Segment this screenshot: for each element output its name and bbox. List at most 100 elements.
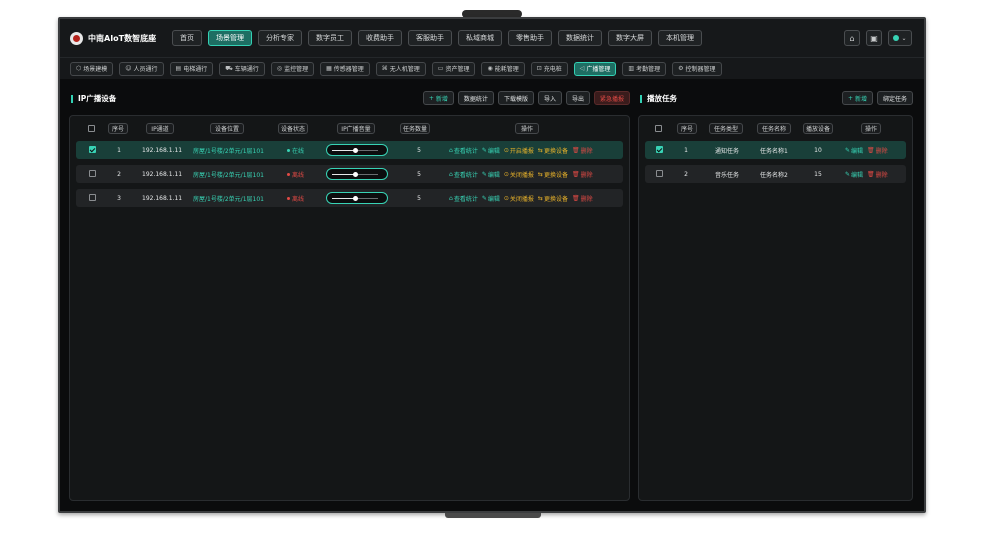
delete-link[interactable]: 🗑 删除 xyxy=(572,170,593,179)
delete-link[interactable]: 🗑 删除 xyxy=(867,146,888,155)
volume-knob[interactable] xyxy=(353,172,358,177)
nav-tab-9[interactable]: 数字大屏 xyxy=(608,30,652,46)
replace-device-link[interactable]: ⇆ 更换设备 xyxy=(538,170,568,179)
select-all-checkbox[interactable] xyxy=(655,125,662,132)
edit-link[interactable]: ✎ 编辑 xyxy=(482,194,500,203)
device-location: 房屋/1号楼/2单元/1层101 xyxy=(193,195,264,203)
stats-link-label: 查看统计 xyxy=(453,147,478,155)
logo-icon xyxy=(70,31,83,45)
volume-fill xyxy=(332,198,355,199)
edit-link[interactable]: ✎ 编辑 xyxy=(482,170,500,179)
row-actions: ✎ 编辑 🗑 删除 xyxy=(845,141,888,159)
volume-knob[interactable] xyxy=(353,148,358,153)
bind-task-button[interactable]: 绑定任务 xyxy=(876,91,913,105)
nav-tab-5[interactable]: 客服助手 xyxy=(408,30,452,46)
row-checkbox[interactable] xyxy=(656,170,663,177)
sub-tab-4[interactable]: ◎ 监控管理 xyxy=(270,61,315,76)
nav-tab-3[interactable]: 数字员工 xyxy=(308,30,352,46)
status-label: 离线 xyxy=(292,195,305,203)
sub-tab-11[interactable]: ▥ 考勤管理 xyxy=(622,61,667,76)
toggle-broadcast-icon: ⊙ xyxy=(503,146,509,154)
table-row[interactable]: 3 192.168.1.11 房屋/1号楼/2单元/1层101 离线 5 ⌂ 查看统计 ✎ 编辑… xyxy=(76,189,623,207)
sub-tab-0[interactable]: ⬡ 场景建模 xyxy=(70,61,114,76)
table-row[interactable]: 1 192.168.1.11 房屋/1号楼/2单元/1层101 在线 5 ⌂ 查看统计 ✎ 编辑… xyxy=(76,141,623,159)
sub-tab-9[interactable]: ⊡ 充电桩 xyxy=(530,61,568,76)
ip-broadcast-panel: IP广播设备 + 新增 数据统计 下载模版 导入 导出 紧急播报 序号 IP通道 设备… xyxy=(69,85,630,501)
delete-link[interactable]: 🗑 删除 xyxy=(572,194,593,203)
sub-tab-icon: ☺ xyxy=(125,65,132,72)
sub-tab-10[interactable]: ◁ 广播管理 xyxy=(573,61,617,76)
edit-icon: ✎ xyxy=(845,146,851,154)
download-template-button[interactable]: 下载模版 xyxy=(497,91,534,105)
edit-link[interactable]: ✎ 编辑 xyxy=(845,146,863,155)
replace-device-link[interactable]: ⇆ 更换设备 xyxy=(538,194,568,203)
edit-link[interactable]: ✎ 编辑 xyxy=(482,146,500,155)
add-task-button[interactable]: + 新增 xyxy=(841,91,873,105)
toggle-broadcast-icon: ⊙ xyxy=(503,194,509,202)
volume-slider[interactable] xyxy=(326,192,388,204)
table-header: 序号 IP通道 设备位置 设备状态 IP广播音量 任务数量 操作 xyxy=(70,122,629,136)
delete-link[interactable]: 🗑 删除 xyxy=(572,146,593,155)
nav-tab-0[interactable]: 首页 xyxy=(172,30,202,46)
emergency-broadcast-button[interactable]: 紧急播报 xyxy=(593,91,630,105)
sub-tab-3[interactable]: ⛟ 车辆通行 xyxy=(219,61,265,76)
home-icon[interactable]: ⌂ xyxy=(844,30,860,46)
volume-slider[interactable] xyxy=(326,144,388,156)
panel-title: IP广播设备 xyxy=(71,95,116,103)
edit-icon: ✎ xyxy=(481,146,487,154)
edit-link[interactable]: ✎ 编辑 xyxy=(845,170,863,179)
sub-tab-7[interactable]: ▭ 资产管理 xyxy=(431,61,476,76)
volume-slider[interactable] xyxy=(326,168,388,180)
import-button[interactable]: 导入 xyxy=(537,91,562,105)
nav-tab-10[interactable]: 本机管理 xyxy=(658,30,702,46)
table-row[interactable]: 2 音乐任务 任务名称2 15 ✎ 编辑 🗑 删除 xyxy=(645,165,906,183)
nav-tab-6[interactable]: 私域商城 xyxy=(458,30,502,46)
user-menu[interactable]: ⌄ xyxy=(888,30,912,46)
replace-device-link[interactable]: ⇆ 更换设备 xyxy=(538,146,568,155)
nav-tab-7[interactable]: 零售助手 xyxy=(508,30,552,46)
add-button[interactable]: + 新增 xyxy=(422,91,454,105)
nav-tab-4[interactable]: 收费助手 xyxy=(358,30,402,46)
stage: 中南AIoT数智底座 首页 场景管理 分析专家 数字员工 收费助手 客服助手 私域商城 零售助… xyxy=(0,0,985,554)
sub-tab-6[interactable]: ⌘ 无人机管理 xyxy=(375,61,426,76)
data-stats-button[interactable]: 数据统计 xyxy=(457,91,494,105)
export-button[interactable]: 导出 xyxy=(565,91,590,105)
status-badge: 离线 xyxy=(287,165,304,183)
row-checkbox[interactable] xyxy=(89,194,96,201)
sub-tab-icon: ⛟ xyxy=(225,64,233,72)
toggle-broadcast-link[interactable]: ⊙ 关闭播报 xyxy=(504,170,534,179)
toggle-broadcast-link[interactable]: ⊙ 关闭播报 xyxy=(504,194,534,203)
play-task-panel: 播放任务 + 新增 绑定任务 序号 任务类型 任务名称 播放设备 操作 1 通知任务 任务名称… xyxy=(638,85,913,501)
row-checkbox[interactable] xyxy=(89,170,96,177)
sub-tab-icon: ▦ xyxy=(326,65,332,72)
table-row[interactable]: 1 通知任务 任务名称1 10 ✎ 编辑 🗑 删除 xyxy=(645,141,906,159)
device-icon[interactable]: ▣ xyxy=(866,30,882,46)
task-table: 序号 任务类型 任务名称 播放设备 操作 1 通知任务 任务名称1 10 ✎ 编辑 🗑 删除 2 音乐任务… xyxy=(638,115,913,501)
volume-knob[interactable] xyxy=(353,196,358,201)
sub-tab-icon: ◎ xyxy=(276,65,283,72)
nav-tab-2[interactable]: 分析专家 xyxy=(258,30,302,46)
stats-link[interactable]: ⌂ 查看统计 xyxy=(449,146,478,155)
delete-link[interactable]: 🗑 删除 xyxy=(867,170,888,179)
delete-link-label: 删除 xyxy=(580,195,593,203)
sub-tab-5[interactable]: ▦ 传感器管理 xyxy=(320,61,370,76)
nav-tab-8[interactable]: 数据统计 xyxy=(558,30,602,46)
stats-link[interactable]: ⌂ 查看统计 xyxy=(449,170,478,179)
table-row[interactable]: 2 192.168.1.11 房屋/1号楼/2单元/1层101 离线 5 ⌂ 查看统计 ✎ 编辑… xyxy=(76,165,623,183)
sub-tab-1[interactable]: ☺ 人员通行 xyxy=(119,61,164,76)
row-number: 1 xyxy=(117,146,121,154)
row-actions: ✎ 编辑 🗑 删除 xyxy=(845,165,888,183)
row-checkbox[interactable] xyxy=(656,146,663,153)
nav-tab-1[interactable]: 场景管理 xyxy=(208,30,252,46)
toggle-broadcast-link[interactable]: ⊙ 开启播报 xyxy=(504,146,534,155)
sub-tab-8[interactable]: ◉ 能耗管理 xyxy=(481,61,525,76)
status-badge: 在线 xyxy=(287,141,304,159)
sub-tab-label: 传感器管理 xyxy=(333,66,364,73)
sub-tab-2[interactable]: ▤ 电梯通行 xyxy=(169,61,214,76)
select-all-checkbox[interactable] xyxy=(88,125,95,132)
sub-tab-label: 车辆通行 xyxy=(234,66,259,73)
sub-tab-12[interactable]: ⚙ 控制器管理 xyxy=(672,61,722,76)
row-number: 3 xyxy=(117,194,121,202)
stats-link[interactable]: ⌂ 查看统计 xyxy=(449,194,478,203)
row-checkbox[interactable] xyxy=(89,146,96,153)
